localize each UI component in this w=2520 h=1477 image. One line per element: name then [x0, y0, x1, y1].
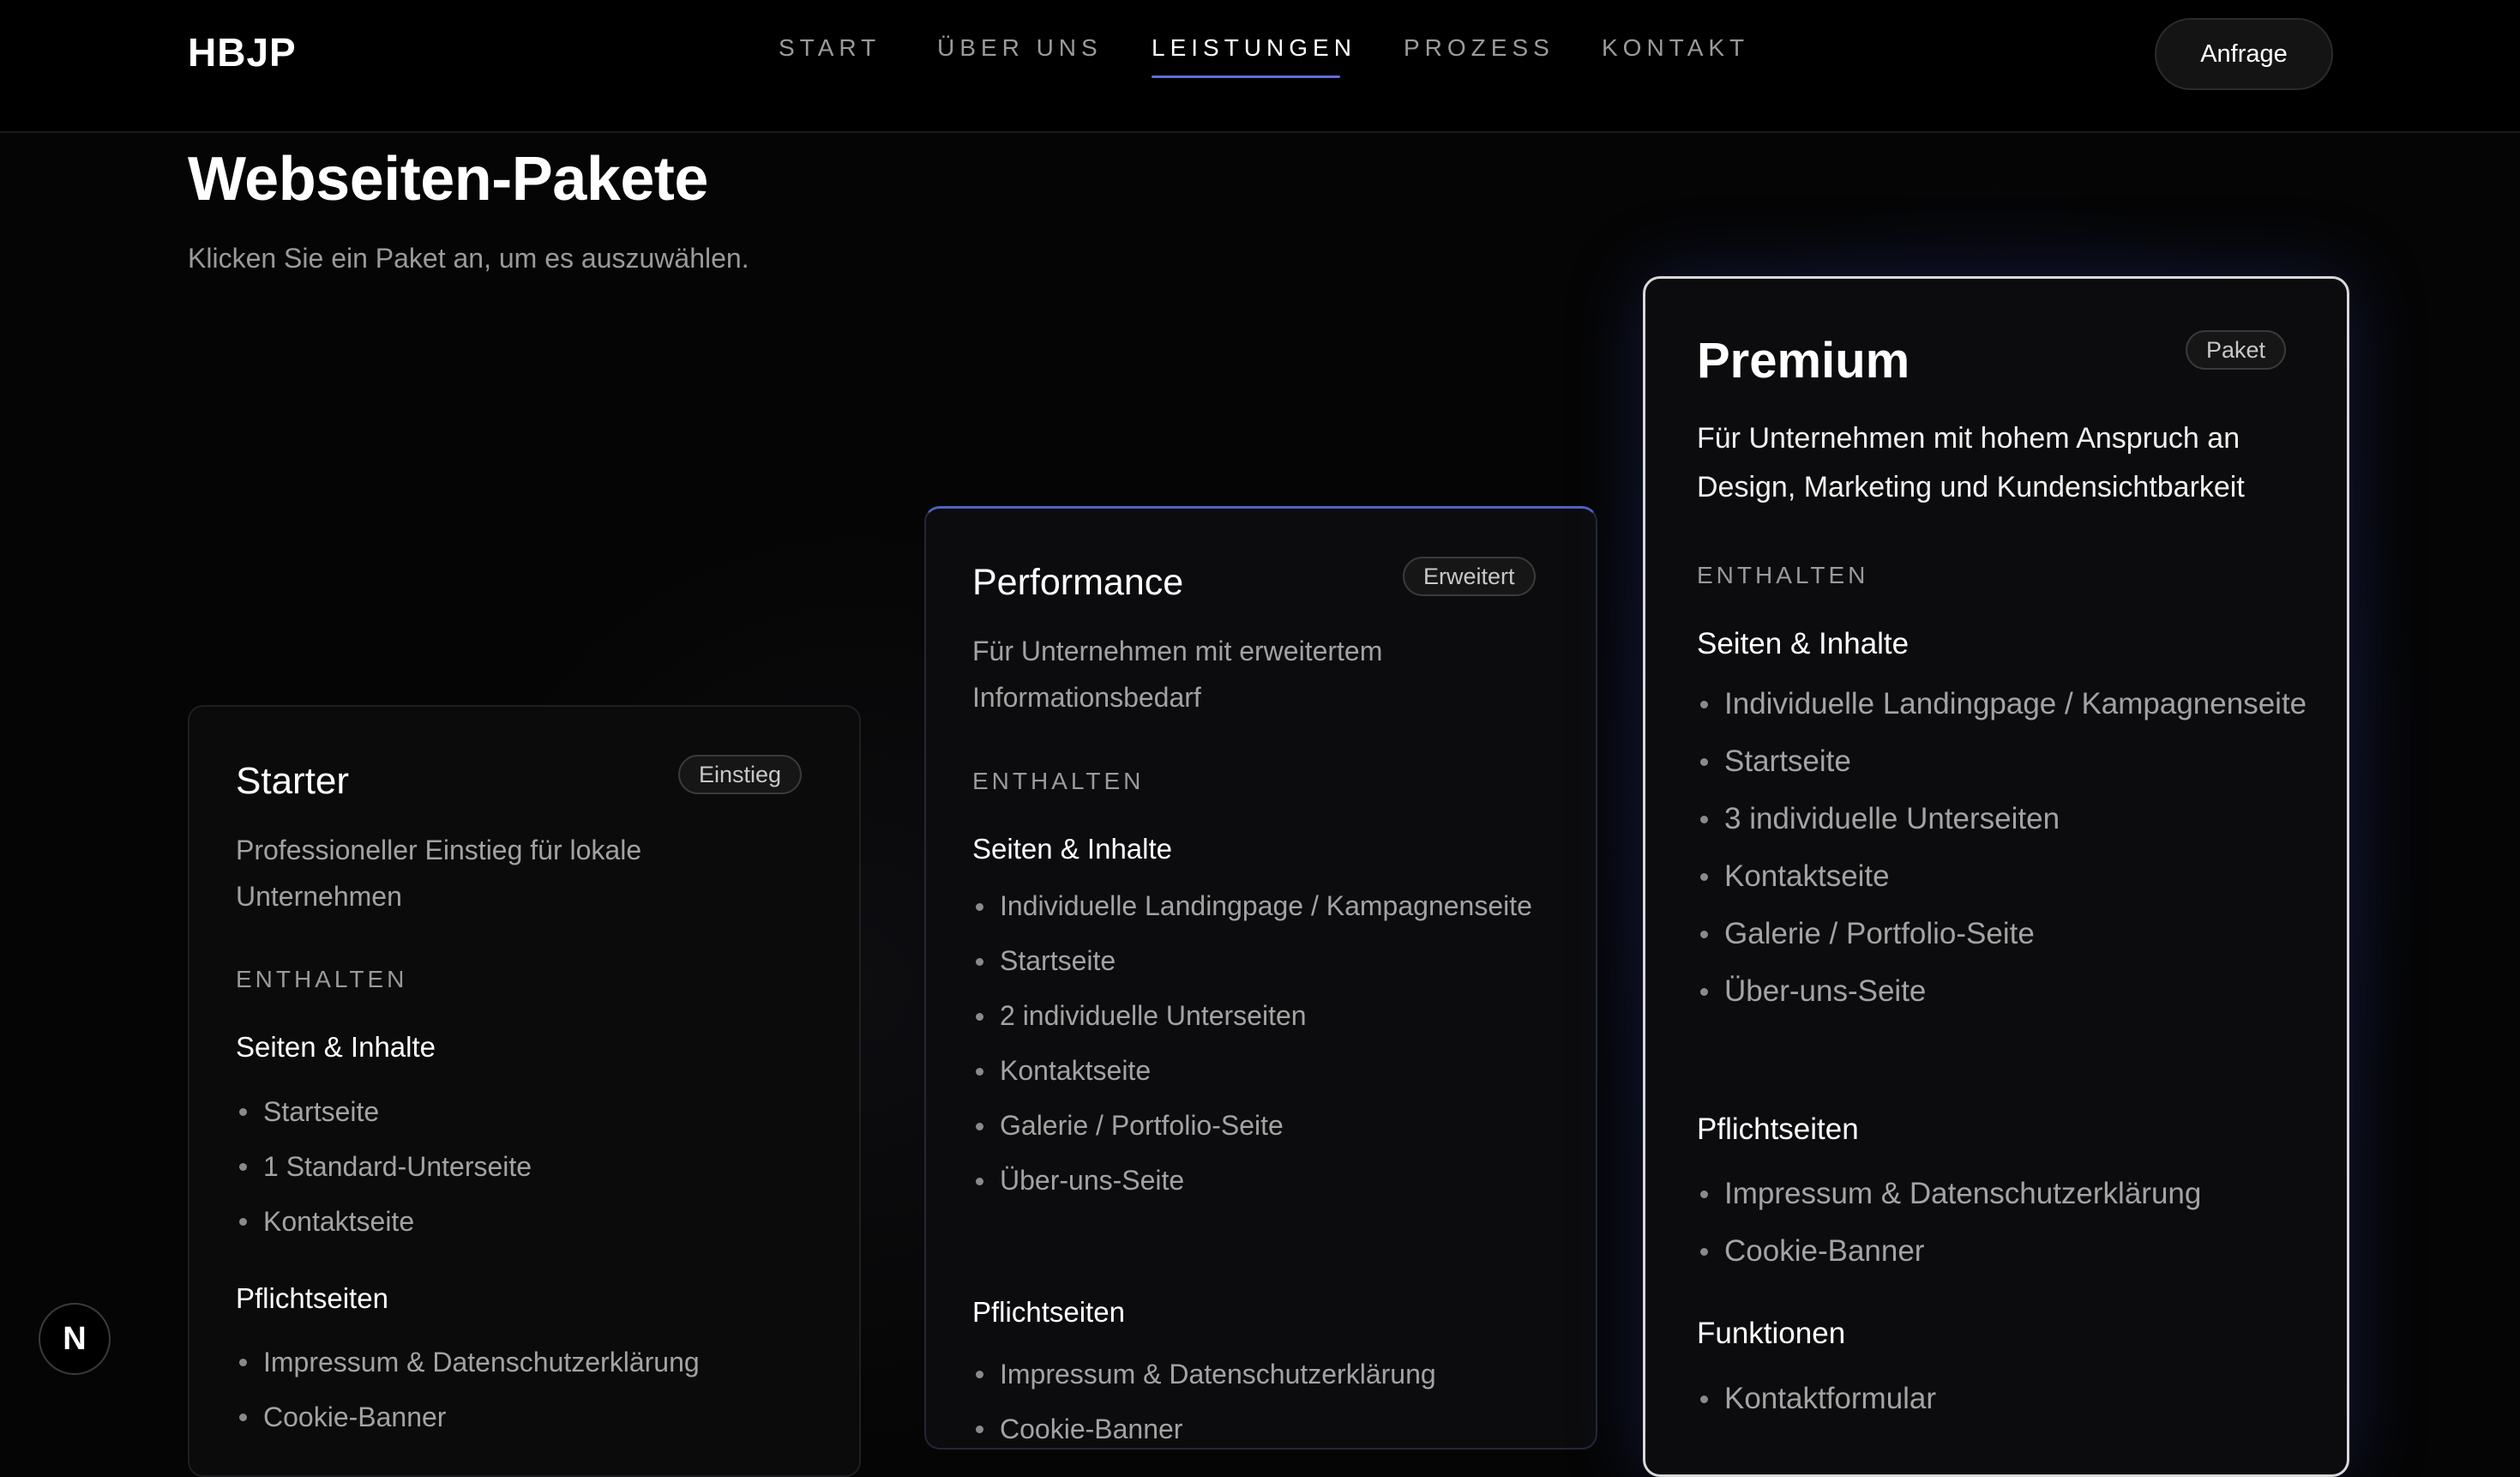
package-description: Für Unternehmen mit hohem Anspruch an De… [1697, 422, 2245, 503]
list-item: Startseite [1697, 737, 2331, 786]
package-name: Premium [1697, 333, 1910, 389]
package-card-performance[interactable]: Performance Erweitert Für Unternehmen mi… [924, 506, 1597, 1450]
list-item: Kontaktformular [1697, 1370, 2331, 1427]
list-item: Über-uns-Seite [972, 1157, 1573, 1204]
nextjs-dev-badge[interactable]: N [39, 1303, 111, 1375]
list-item: Impressum & Datenschutzerklärung [1697, 1165, 2331, 1222]
package-description: Für Unternehmen mit erweitertem Informat… [972, 636, 1383, 713]
feature-list: Individuelle Landingpage / Kampagnenseit… [972, 883, 1573, 1212]
nav-item-prozess[interactable]: PROZESS [1404, 34, 1555, 62]
list-item: Cookie-Banner [1697, 1222, 2331, 1280]
package-name: Starter [236, 760, 350, 802]
nav-item-ueber-uns[interactable]: ÜBER UNS [937, 34, 1103, 62]
list-item: Startseite [972, 937, 1573, 985]
feature-list: Startseite 1 Standard-Unterseite Kontakt… [236, 1084, 836, 1249]
list-item: Kontaktseite [972, 1047, 1573, 1094]
list-item: Individuelle Landingpage / Kampagnenseit… [972, 883, 1573, 930]
group-title: Pflichtseiten [236, 1282, 388, 1314]
list-item: Impressum & Datenschutzerklärung [972, 1347, 1573, 1402]
package-card-starter[interactable]: Starter Einstieg Professioneller Einstie… [188, 705, 861, 1477]
main-nav: START ÜBER UNS LEISTUNGEN PROZESS KONTAK… [0, 34, 2520, 86]
anfrage-button[interactable]: Anfrage [2155, 18, 2333, 90]
list-item: Impressum & Datenschutzerklärung [236, 1335, 836, 1390]
site-header: HBJP START ÜBER UNS LEISTUNGEN PROZESS K… [0, 0, 2520, 133]
package-name: Performance [972, 562, 1184, 603]
nav-item-kontakt[interactable]: KONTAKT [1602, 34, 1749, 62]
package-badge: Erweitert [1403, 557, 1536, 596]
group-title: Seiten & Inhalte [236, 1031, 436, 1063]
list-item: 1 Standard-Unterseite [236, 1139, 836, 1194]
list-item: Cookie-Banner [236, 1390, 836, 1444]
section-label: ENTHALTEN [1697, 562, 1869, 588]
list-item: Cookie-Banner [972, 1402, 1573, 1456]
list-item: Galerie / Portfolio-Seite [1697, 909, 2331, 958]
list-item: Kontaktseite [236, 1194, 836, 1249]
group-title: Pflichtseiten [1697, 1112, 1859, 1146]
feature-list: Impressum & Datenschutzerklärung Cookie-… [236, 1335, 836, 1444]
package-card-premium[interactable]: Premium Paket Für Unternehmen mit hohem … [1643, 276, 2349, 1477]
package-badge: Einstieg [678, 755, 803, 794]
page-title: Webseiten-Pakete [188, 145, 708, 214]
list-item: Individuelle Landingpage / Kampagnenseit… [1697, 679, 2331, 728]
group-title: Seiten & Inhalte [972, 833, 1172, 865]
package-badge: Paket [2186, 330, 2287, 370]
feature-list: Kontaktformular [1697, 1370, 2331, 1427]
nav-item-leistungen[interactable]: LEISTUNGEN [1152, 34, 1356, 62]
list-item: Galerie / Portfolio-Seite [972, 1102, 1573, 1149]
group-title: Funktionen [1697, 1317, 1846, 1350]
list-item: 3 individuelle Unterseiten [1697, 794, 2331, 843]
list-item: 2 individuelle Unterseiten [972, 992, 1573, 1040]
page-subtitle: Klicken Sie ein Paket an, um es auszuwäh… [188, 243, 749, 274]
nav-active-indicator [1152, 75, 1340, 78]
list-item: Startseite [236, 1084, 836, 1139]
nav-item-start[interactable]: START [779, 34, 881, 62]
feature-list: Individuelle Landingpage / Kampagnenseit… [1697, 679, 2331, 1024]
section-label: ENTHALTEN [236, 966, 408, 992]
list-item: Kontaktseite [1697, 852, 2331, 901]
feature-list: Impressum & Datenschutzerklärung Cookie-… [972, 1347, 1573, 1456]
section-label: ENTHALTEN [972, 768, 1145, 794]
group-title: Pflichtseiten [972, 1296, 1125, 1328]
feature-list: Impressum & Datenschutzerklärung Cookie-… [1697, 1165, 2331, 1280]
list-item: Über-uns-Seite [1697, 967, 2331, 1016]
group-title: Seiten & Inhalte [1697, 627, 1910, 660]
package-description: Professioneller Einstieg für lokale Unte… [236, 835, 642, 912]
